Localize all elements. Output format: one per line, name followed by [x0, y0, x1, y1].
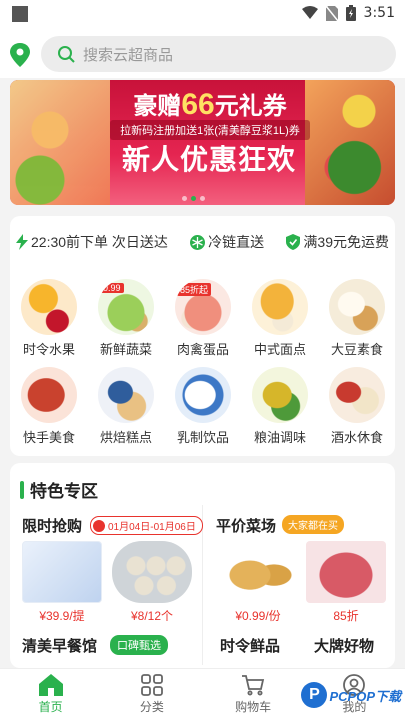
- pcpop-logo-icon: P: [301, 682, 328, 708]
- banner-headline: 豪赠66元礼券: [133, 88, 287, 121]
- promo-banner[interactable]: 豪赠66元礼券 拉新码注册加送1张(清美醇豆浆1L)券 新人优惠狂欢: [10, 80, 395, 205]
- no-sim-icon: [325, 5, 338, 21]
- category-card: 22:30前下单 次日送达 冷链直送 满39元免运费 时令水果 0.99 新鲜蔬…: [10, 216, 395, 456]
- breakfast-title[interactable]: 清美早餐馆: [22, 635, 97, 656]
- seasonal-title[interactable]: 时令鲜品: [220, 635, 280, 656]
- category-drinks-snacks[interactable]: 酒水休食: [322, 367, 392, 446]
- category-fruit[interactable]: 时令水果: [14, 279, 84, 358]
- category-quick-food[interactable]: 快手美食: [14, 367, 84, 446]
- pcpop-watermark: P PCPOP下载: [301, 682, 401, 708]
- flash-sale-date-badge: 01月04日-01月06日: [90, 516, 203, 535]
- category-bakery[interactable]: 烘焙糕点: [91, 367, 161, 446]
- quick-food-image: [21, 367, 77, 423]
- cheap-market-title[interactable]: 平价菜场: [216, 515, 276, 536]
- clock-icon: [93, 519, 105, 532]
- promise-free-shipping: 满39元免运费: [286, 232, 389, 252]
- battery-icon: [345, 5, 356, 21]
- drinks-image: [329, 367, 385, 423]
- search-header: 搜索云超商品: [0, 30, 405, 78]
- category-meat-eggs[interactable]: 85折起 肉禽蛋品: [168, 279, 238, 358]
- flash-sale-title[interactable]: 限时抢购: [22, 515, 82, 536]
- tab-cart[interactable]: 购物车: [203, 669, 304, 720]
- tab-category[interactable]: 分类: [101, 669, 202, 720]
- wifi-icon: [301, 6, 318, 19]
- banner-produce-image: [10, 80, 110, 205]
- breakfast-badge: 口碑甄选: [110, 635, 168, 655]
- cart-icon: [242, 675, 265, 696]
- service-promises: 22:30前下单 次日送达 冷链直送 满39元免运费: [16, 232, 389, 252]
- cheap-market-badge: 大家都在买: [282, 515, 344, 534]
- pastry-image: [252, 279, 308, 335]
- banner-fruit-image: [305, 80, 395, 205]
- flash-price-1: ¥39.9/提: [39, 609, 85, 623]
- home-icon: [38, 674, 63, 696]
- status-bar: 3:51: [0, 0, 405, 30]
- notification-icon: [12, 6, 28, 22]
- search-icon: [58, 46, 75, 63]
- category-dairy[interactable]: 乳制饮品: [168, 367, 238, 446]
- dairy-image: [175, 367, 231, 423]
- soy-image: [329, 279, 385, 335]
- promise-next-day: 22:30前下单 次日送达: [16, 232, 168, 252]
- snowflake-icon: [190, 234, 206, 250]
- category-oil-seasoning[interactable]: 粮油调味: [245, 367, 315, 446]
- bakery-image: [98, 367, 154, 423]
- banner-big-text: 新人优惠狂欢: [121, 144, 296, 175]
- cheap-product-1-image[interactable]: [218, 541, 298, 603]
- flash-product-1-image[interactable]: [22, 541, 102, 603]
- grid-icon: [140, 674, 163, 696]
- search-input[interactable]: 搜索云超商品: [41, 36, 396, 72]
- meat-image: 85折起: [175, 279, 231, 335]
- promise-cold-chain: 冷链直送: [190, 232, 264, 252]
- category-pastry[interactable]: 中式面点: [245, 279, 315, 358]
- fruit-image: [21, 279, 77, 335]
- shield-icon: [286, 234, 301, 250]
- oil-image: [252, 367, 308, 423]
- special-zone: 特色专区 限时抢购 01月04日-01月06日 ¥39.9/提 ¥8/12个 平…: [10, 463, 395, 668]
- banner-pager: [182, 196, 205, 201]
- tab-home[interactable]: 首页: [0, 669, 101, 720]
- lightning-icon: [16, 234, 28, 250]
- category-soy[interactable]: 大豆素食: [322, 279, 392, 358]
- location-icon[interactable]: [10, 43, 30, 67]
- cheap-product-2-image[interactable]: [306, 541, 386, 603]
- flash-product-2-image[interactable]: [112, 541, 192, 603]
- clock: 3:51: [363, 5, 395, 21]
- flash-price-2: ¥8/12个: [130, 609, 174, 623]
- banner-subline: 拉新码注册加送1张(清美醇豆浆1L)券: [110, 120, 310, 140]
- vegetables-image: 0.99: [98, 279, 154, 335]
- cheap-price-2: 85折: [333, 609, 359, 623]
- category-vegetables[interactable]: 0.99 新鲜蔬菜: [91, 279, 161, 358]
- search-placeholder: 搜索云超商品: [83, 46, 174, 64]
- zone-title: 特色专区: [20, 477, 98, 502]
- cheap-price-1: ¥0.99/份: [235, 609, 281, 623]
- brand-title[interactable]: 大牌好物: [314, 635, 374, 656]
